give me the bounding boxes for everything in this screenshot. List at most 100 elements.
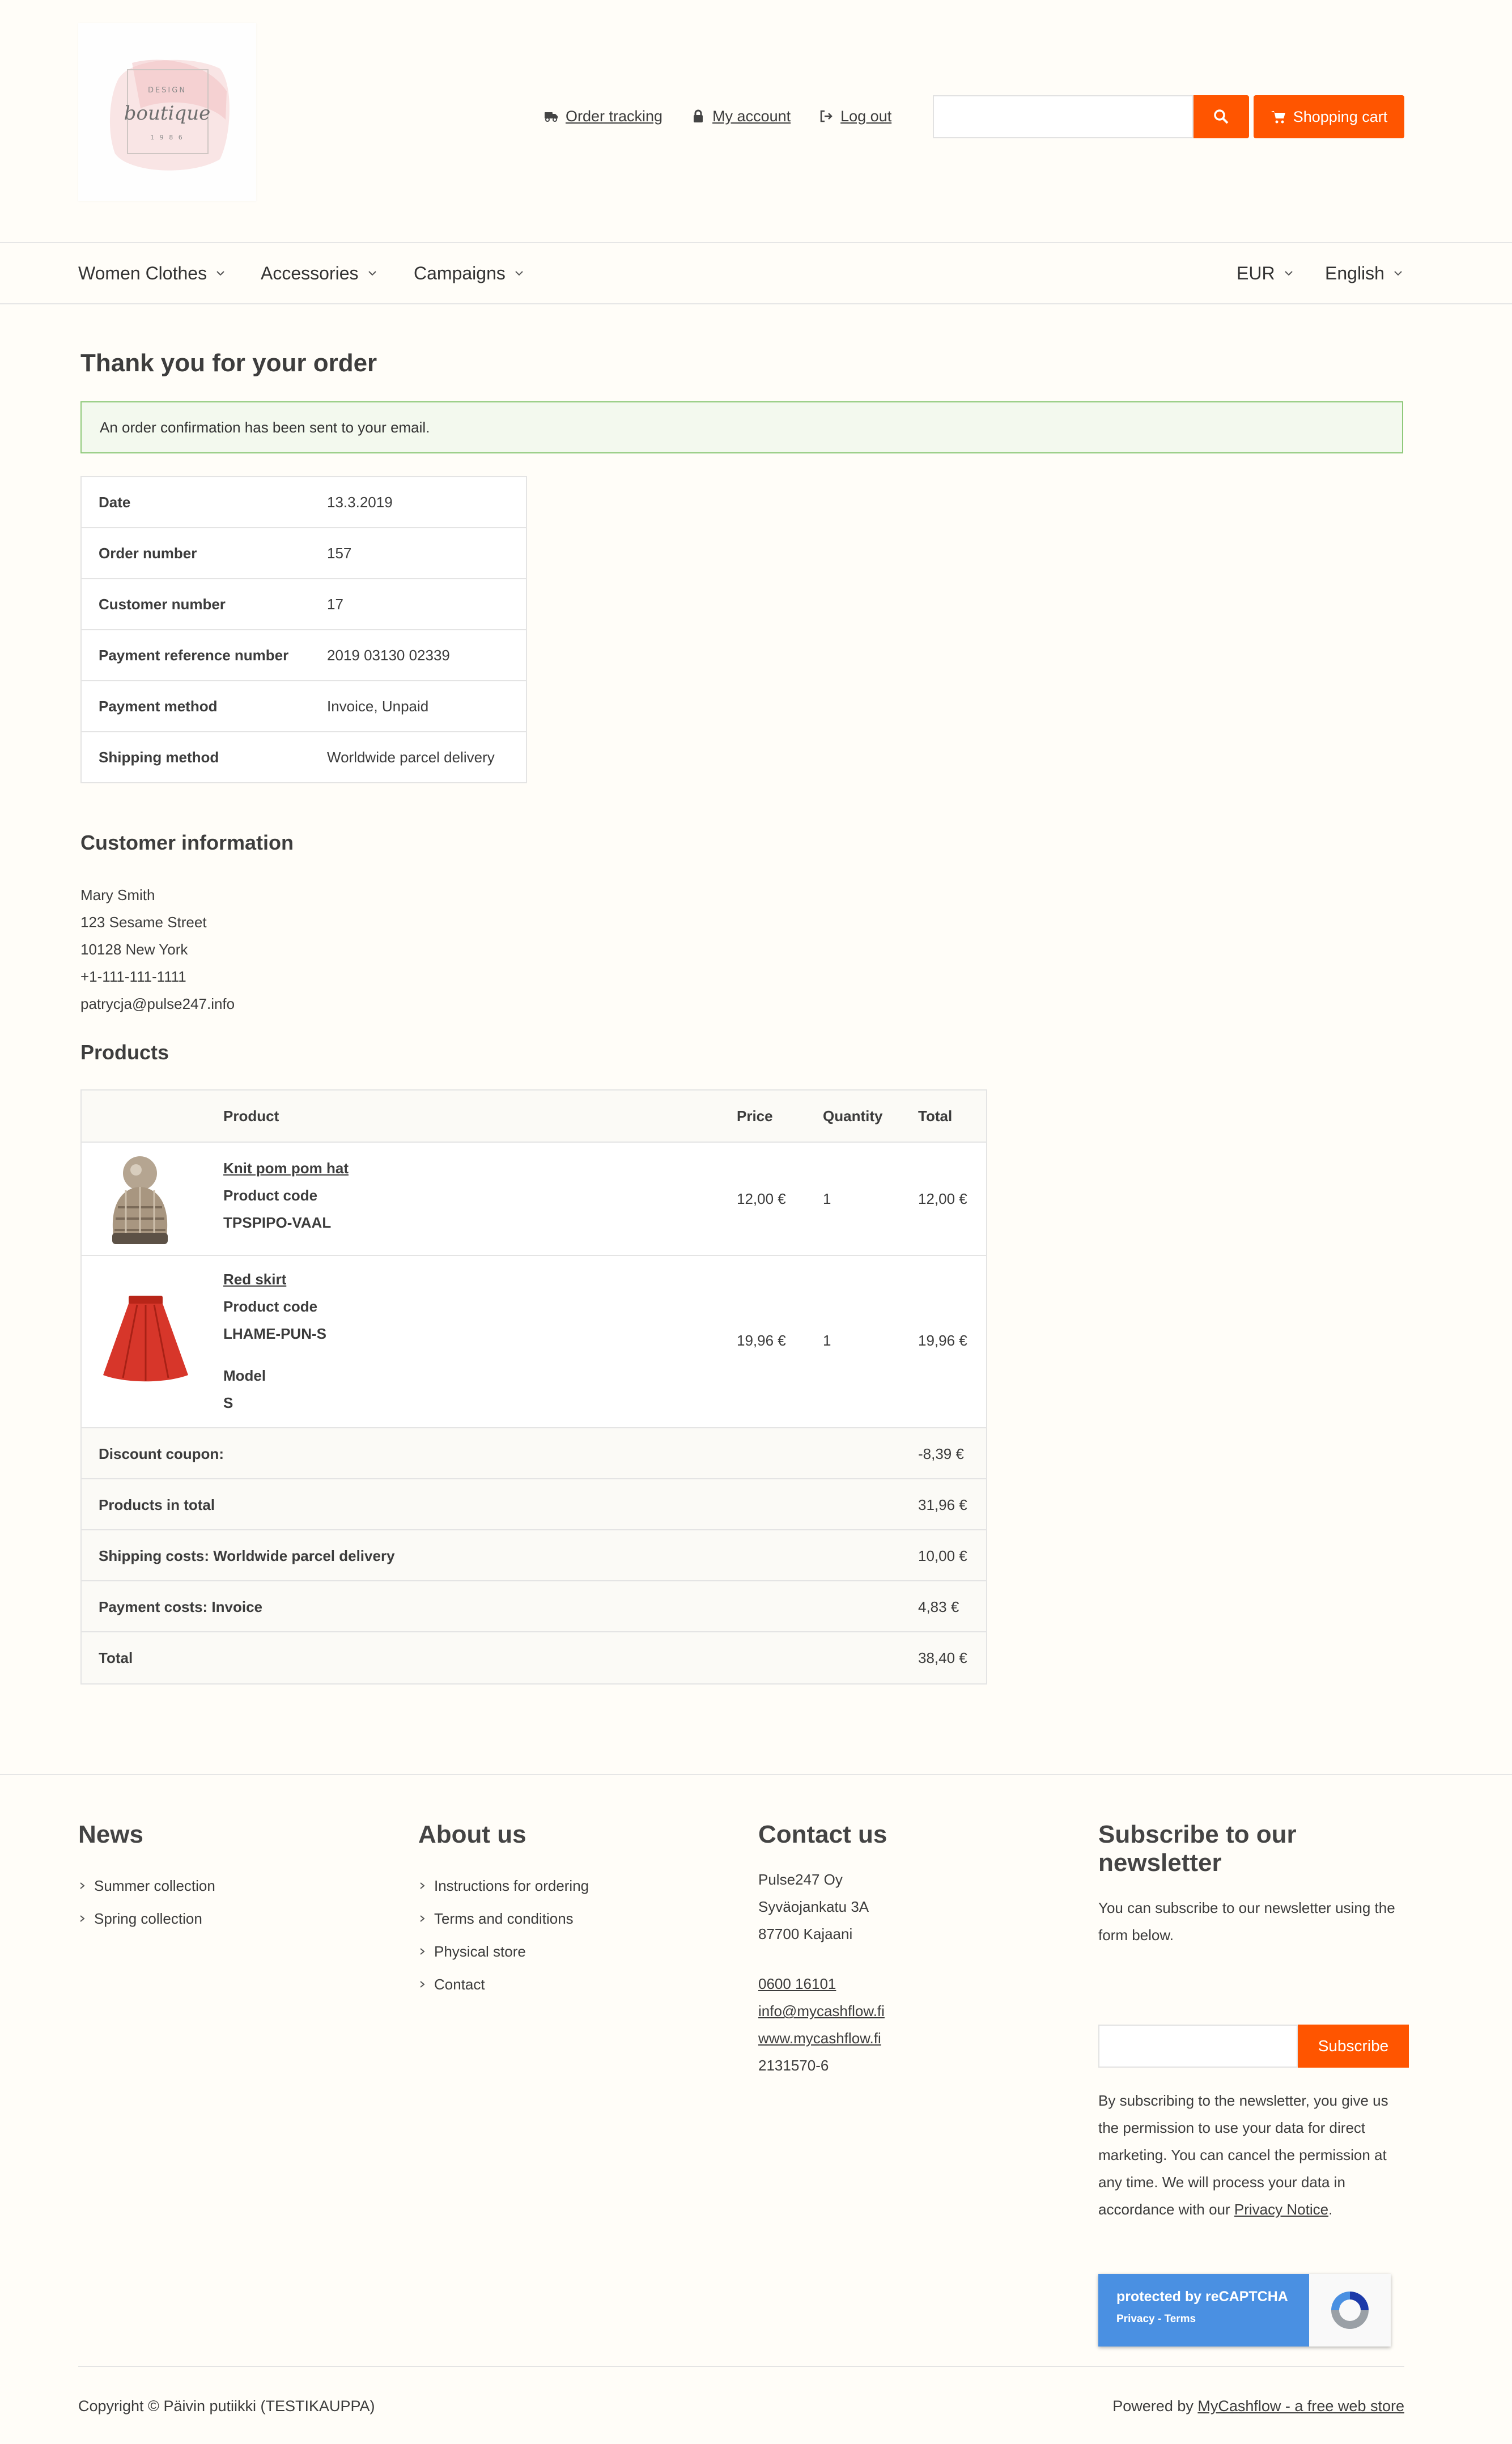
summary-label: Total <box>99 1649 133 1666</box>
contact-phone-link[interactable]: 0600 16101 <box>758 1975 836 1992</box>
newsletter-consent-text: By subscribing to the newsletter, you gi… <box>1098 2092 1388 2218</box>
table-row: Customer number 17 <box>81 578 526 630</box>
products-title: Products <box>80 1041 169 1064</box>
customer-info: Mary Smith 123 Sesame Street 10128 New Y… <box>80 881 235 1017</box>
product-total: 19,96 € <box>918 1332 967 1349</box>
site-footer: News Summer collection Spring collection… <box>0 1774 1512 2444</box>
info-value: 157 <box>310 527 526 579</box>
chevron-right-icon <box>420 1882 425 1889</box>
summary-row-discount: Discount coupon: -8,39 € <box>82 1428 986 1479</box>
footer-link[interactable]: Summer collection <box>78 1869 373 1902</box>
product-quantity: 1 <box>823 1190 831 1207</box>
customer-street: 123 Sesame Street <box>80 914 207 931</box>
order-tracking-link[interactable]: Order tracking <box>544 108 662 125</box>
info-key: Order number <box>81 527 310 579</box>
info-key: Payment method <box>81 680 310 732</box>
table-row: Knit pom pom hat Product code TPSPIPO-VA… <box>82 1143 986 1256</box>
chevron-down-icon <box>515 271 523 276</box>
language-label: English <box>1325 262 1384 283</box>
main-nav: Women Clothes Accessories Campaigns EUR … <box>0 242 1512 304</box>
language-select[interactable]: English <box>1325 243 1404 303</box>
footer-link[interactable]: Contact <box>418 1968 713 2001</box>
info-key: Payment reference number <box>81 629 310 681</box>
logout-link[interactable]: Log out <box>819 108 891 125</box>
chevron-down-icon <box>216 271 224 276</box>
product-link[interactable]: Red skirt <box>223 1271 286 1288</box>
product-price: 12,00 € <box>737 1190 786 1207</box>
product-model: S <box>223 1394 233 1411</box>
contact-email-link[interactable]: info@mycashflow.fi <box>758 2002 885 2019</box>
info-key: Shipping method <box>81 731 310 783</box>
order-tracking-label: Order tracking <box>566 107 663 125</box>
product-image-skirt[interactable] <box>97 1290 194 1386</box>
product-code: TPSPIPO-VAAL <box>223 1214 332 1231</box>
privacy-notice-link[interactable]: Privacy Notice <box>1234 2201 1328 2218</box>
recaptcha-text: protected by reCAPTCHA <box>1116 2289 1288 2305</box>
footer-link[interactable]: Terms and conditions <box>418 1902 713 1935</box>
footer-link-label: Summer collection <box>94 1877 215 1894</box>
header-price: Price <box>737 1108 773 1125</box>
product-image-hat[interactable] <box>97 1151 182 1247</box>
nav-item-accessories[interactable]: Accessories <box>261 243 378 303</box>
footer-divider <box>78 2366 1404 2367</box>
nav-item-label: Women Clothes <box>78 262 207 283</box>
subscribe-button[interactable]: Subscribe <box>1298 2025 1409 2068</box>
recaptcha-links[interactable]: Privacy - Terms <box>1116 2313 1309 2326</box>
nav-item-label: Accessories <box>261 262 359 283</box>
summary-row-shipping: Shipping costs: Worldwide parcel deliver… <box>82 1530 986 1581</box>
summary-label: Payment costs: Invoice <box>99 1598 262 1615</box>
footer-contact: Contact us Pulse247 Oy Syväojankatu 3A 8… <box>758 1821 1053 2079</box>
chevron-right-icon <box>80 1915 85 1922</box>
account-links: Order tracking My account Log out <box>544 105 891 128</box>
table-row: Shipping method Worldwide parcel delivery <box>81 731 526 783</box>
customer-name: Mary Smith <box>80 886 155 903</box>
footer-link-label: Contact <box>434 1975 485 1993</box>
shopping-cart-button[interactable]: Shopping cart <box>1254 95 1404 138</box>
newsletter-email-input[interactable] <box>1098 2025 1298 2068</box>
contact-web-link[interactable]: www.mycashflow.fi <box>758 2030 881 2047</box>
chevron-down-icon <box>368 271 376 276</box>
products-header-row: Product Price Quantity Total <box>82 1091 986 1143</box>
newsletter-consent: By subscribing to the newsletter, you gi… <box>1098 2087 1409 2223</box>
header-product: Product <box>223 1108 279 1125</box>
footer-link[interactable]: Physical store <box>418 1935 713 1968</box>
logout-label: Log out <box>840 107 892 125</box>
store-logo[interactable]: DESIGN boutique 1 9 8 6 <box>78 23 256 201</box>
truck-icon <box>545 112 558 122</box>
contact-business-id: 2131570-6 <box>758 2057 829 2074</box>
table-row: Red skirt Product code LHAME-PUN-S Model… <box>82 1256 986 1428</box>
search-input[interactable] <box>933 95 1194 138</box>
recaptcha-badge[interactable]: protected by reCAPTCHA Privacy - Terms <box>1098 2274 1391 2347</box>
currency-select[interactable]: EUR <box>1237 243 1294 303</box>
search-button[interactable] <box>1194 95 1249 138</box>
chevron-right-icon <box>420 1981 425 1988</box>
powered-by: Powered by MyCashflow - a free web store <box>1112 2398 1404 2415</box>
footer-contact-title: Contact us <box>758 1821 887 1848</box>
customer-phone: +1-111-111-1111 <box>80 968 186 985</box>
shopping-cart-label: Shopping cart <box>1293 108 1388 125</box>
info-key: Customer number <box>81 578 310 630</box>
header-total: Total <box>918 1108 953 1125</box>
consent-period: . <box>1328 2201 1333 2218</box>
footer-link[interactable]: Spring collection <box>78 1902 373 1935</box>
order-info-table: Date 13.3.2019 Order number 157 Customer n… <box>80 476 527 783</box>
my-account-link[interactable]: My account <box>691 108 791 125</box>
info-value: Worldwide parcel delivery <box>310 731 526 783</box>
footer-link[interactable]: Instructions for ordering <box>418 1869 713 1902</box>
recaptcha-icon <box>1331 2292 1369 2329</box>
cart-icon <box>1271 111 1285 124</box>
info-key: Date <box>81 476 310 528</box>
footer-about-title: About us <box>418 1821 526 1848</box>
logout-icon <box>820 110 833 122</box>
summary-label: Products in total <box>99 1496 215 1513</box>
currency-label: EUR <box>1237 262 1275 283</box>
table-row: Payment reference number 2019 03130 02339 <box>81 629 526 681</box>
logo-text-year: 1 9 8 6 <box>150 134 184 141</box>
nav-item-campaigns[interactable]: Campaigns <box>414 243 525 303</box>
mycashflow-link[interactable]: MyCashflow - a free web store <box>1197 2398 1404 2415</box>
nav-item-women-clothes[interactable]: Women Clothes <box>78 243 226 303</box>
info-value: 2019 03130 02339 <box>310 629 526 681</box>
product-link[interactable]: Knit pom pom hat <box>223 1160 349 1177</box>
chevron-down-icon <box>1284 271 1293 276</box>
summary-row-payment: Payment costs: Invoice 4,83 € <box>82 1581 986 1632</box>
